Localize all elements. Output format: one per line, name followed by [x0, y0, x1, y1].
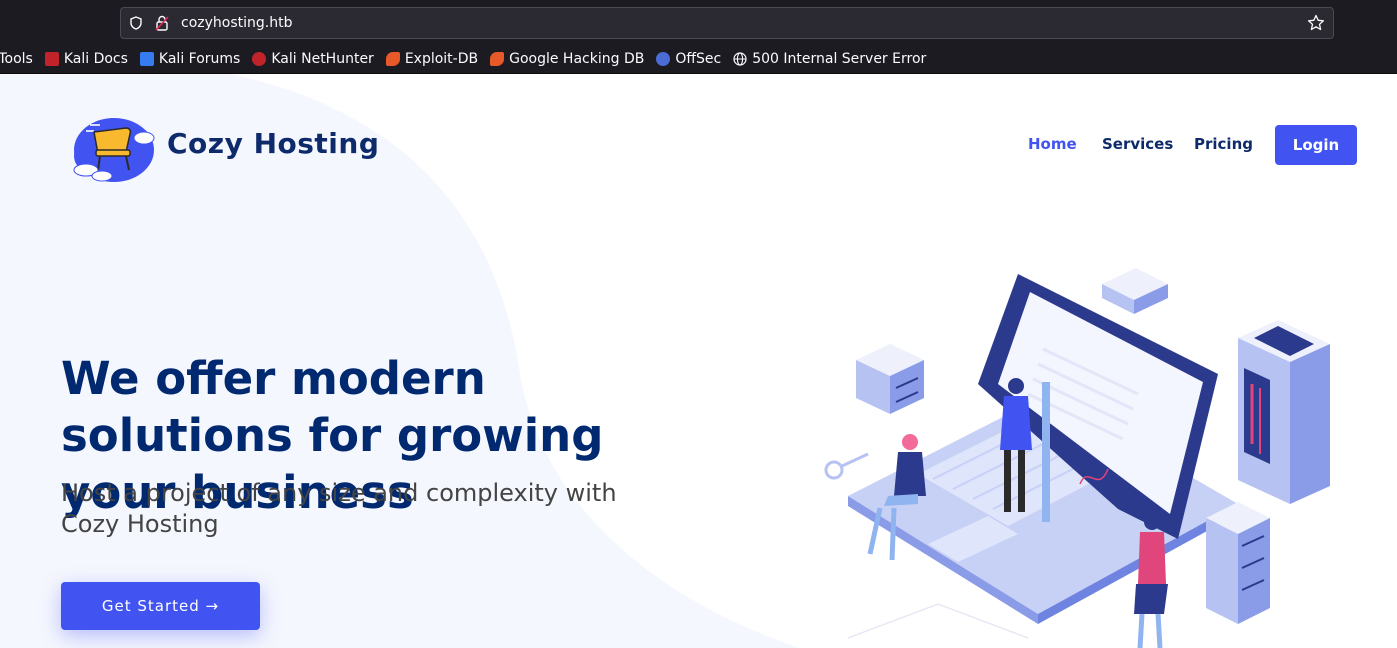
brand-name[interactable]: Cozy Hosting — [167, 127, 379, 160]
bookmark-label: Kali NetHunter — [271, 50, 374, 67]
offsec-icon — [656, 51, 671, 66]
hero-illustration — [824, 268, 1330, 648]
kali-forums-icon — [139, 51, 154, 66]
url-bar[interactable]: cozyhosting.htb — [120, 7, 1334, 39]
web-page: Cozy Hosting Home Services Pricing Login… — [0, 74, 1397, 648]
nav-home[interactable]: Home — [1028, 135, 1077, 153]
ghdb-icon — [490, 51, 505, 66]
bookmark-label: Kali Forums — [158, 50, 241, 67]
bookmark-kali-forums[interactable]: Kali Forums — [139, 50, 241, 67]
url-text[interactable]: cozyhosting.htb — [181, 15, 292, 31]
bookmark-kali-nethunter[interactable]: Kali NetHunter — [252, 50, 374, 67]
bookmark-label: Exploit-DB — [404, 50, 479, 67]
bookmark-label: Kali Docs — [63, 50, 128, 67]
bookmark-kali-tools[interactable]: i Tools — [0, 51, 33, 67]
get-started-button[interactable]: Get Started → — [61, 582, 260, 630]
bookmark-star-icon[interactable] — [1307, 14, 1325, 32]
insecure-lock-icon[interactable] — [155, 15, 169, 31]
bookmark-google-hacking-db[interactable]: Google Hacking DB — [490, 51, 644, 67]
kali-nethunter-icon — [252, 51, 267, 66]
kali-docs-icon — [44, 51, 59, 66]
bookmarks-toolbar: i Tools Kali Docs Kali Forums Kali NetHu… — [0, 44, 1397, 74]
bookmark-label: i Tools — [0, 50, 33, 67]
globe-icon — [733, 51, 747, 66]
bookmark-offsec[interactable]: OffSec — [656, 51, 721, 67]
browser-toolbar: cozyhosting.htb — [0, 0, 1397, 44]
bookmark-label: Google Hacking DB — [509, 50, 645, 67]
hero-subtitle: Host a project of any size and complexit… — [61, 479, 617, 538]
bookmark-label: 500 Internal Server Error — [752, 50, 927, 67]
bookmark-exploit-db[interactable]: Exploit-DB — [385, 50, 479, 67]
login-button[interactable]: Login — [1275, 125, 1357, 165]
bookmark-kali-docs[interactable]: Kali Docs — [44, 50, 128, 67]
bookmark-label: OffSec — [675, 50, 722, 67]
nav-pricing[interactable]: Pricing — [1194, 135, 1253, 153]
cozy-hosting-logo — [73, 118, 155, 182]
exploit-db-icon — [385, 51, 400, 66]
nav-services[interactable]: Services — [1102, 135, 1173, 153]
bookmark-500-error[interactable]: 500 Internal Server Error — [733, 51, 926, 67]
tracking-shield-icon[interactable] — [129, 16, 143, 30]
